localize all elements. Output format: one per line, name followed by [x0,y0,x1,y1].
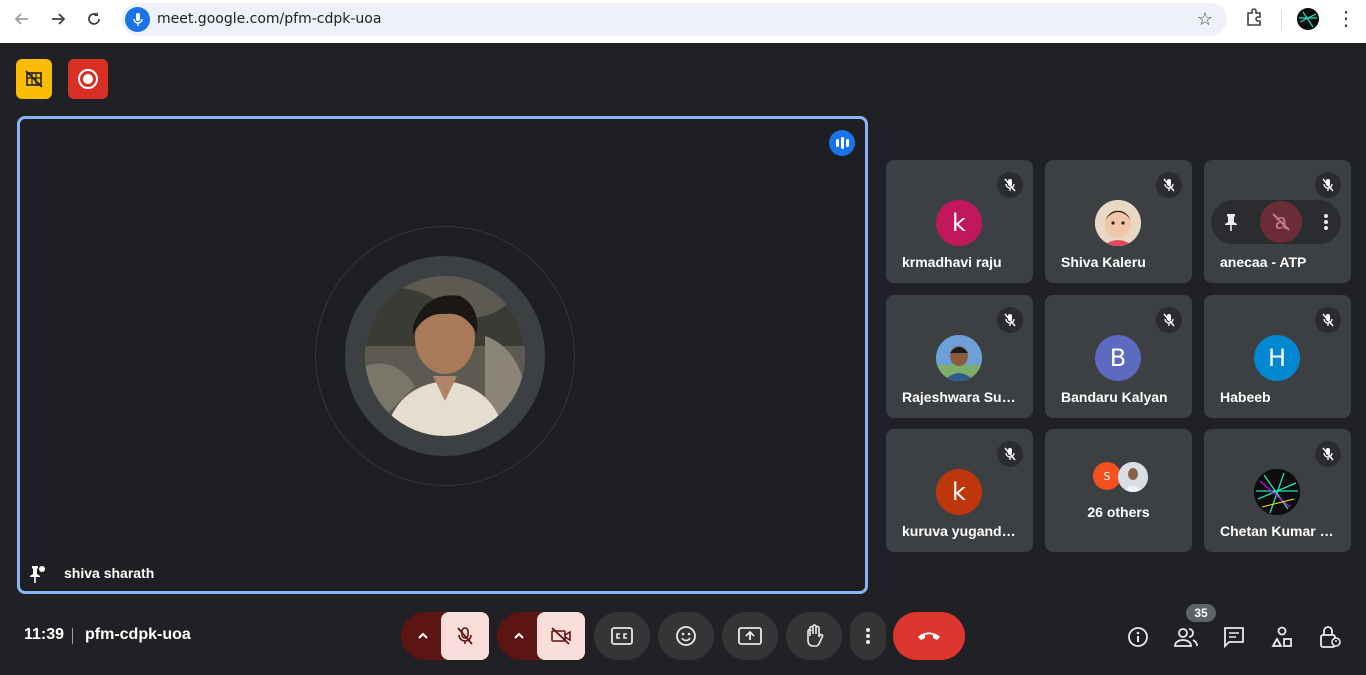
closed-captions-icon [611,627,633,645]
no-video-content-badge[interactable] [16,59,52,99]
mic-off-icon [1156,307,1182,333]
chat-icon [1224,627,1244,648]
meeting-code: pfm-cdpk-uoa [85,626,191,643]
no-video-content-icon [25,70,43,88]
participant-tile[interactable]: k krmadhavi raju [886,160,1033,283]
avatar [365,276,525,436]
participant-tile[interactable]: B Bandaru Kalyan [1045,295,1192,418]
participant-tile[interactable]: Shiva Kaleru [1045,160,1192,283]
forward-icon[interactable] [44,7,72,31]
mic-off-icon [997,441,1023,467]
divider [72,628,73,644]
present-to-all-icon [738,627,762,645]
call-end-icon [918,632,940,640]
speaking-indicator-icon [829,130,855,156]
participant-tile[interactable]: k kuruva yugand… [886,429,1033,552]
pin-icon[interactable] [26,563,48,585]
participant-tile[interactable]: a anecaa - ATP [1204,160,1351,283]
recording-badge[interactable] [68,59,108,99]
mic-off-icon [1315,307,1341,333]
address-bar[interactable]: meet.google.com/pfm-cdpk-uoa ☆ [122,3,1227,36]
reload-icon[interactable] [80,7,108,31]
avatar [1095,200,1141,246]
menu-icon[interactable]: ⋮ [1336,6,1356,31]
avatar: k [936,200,982,246]
mic-off-icon [997,307,1023,333]
participant-name: kuruva yugand… [902,523,1016,539]
participant-name: Shiva Kaleru [1061,254,1146,270]
extensions-icon[interactable] [1244,7,1264,32]
avatar: S [1093,462,1121,490]
camera-control-group [497,612,585,660]
host-controls-button[interactable] [1317,624,1343,650]
emoji-icon [676,626,696,646]
remove-icon[interactable]: a [1260,201,1302,243]
avatar [1118,462,1148,492]
camera-off-button[interactable] [537,612,585,660]
raise-hand-button[interactable] [786,612,842,660]
url-text[interactable]: meet.google.com/pfm-cdpk-uoa [157,11,381,27]
profile-avatar[interactable] [1297,8,1319,30]
people-button[interactable] [1173,624,1199,650]
participant-name: Habeeb [1220,389,1271,405]
more-options-button[interactable] [850,612,886,660]
toolbar-divider [1281,10,1282,30]
browser-toolbar: meet.google.com/pfm-cdpk-uoa ☆ ⋮ [0,0,1366,43]
avatar [936,335,982,381]
activities-button[interactable] [1269,624,1295,650]
participant-tile[interactable]: H Habeeb [1204,295,1351,418]
hand-icon [807,624,824,647]
avatar: H [1254,335,1300,381]
mic-off-icon [457,627,473,645]
more-vert-icon [866,628,870,644]
info-icon [1128,627,1148,647]
avatar: B [1095,335,1141,381]
bookmark-star-icon[interactable]: ☆ [1197,9,1213,30]
avatar [1254,469,1300,515]
more-options-icon[interactable] [1323,213,1329,231]
back-icon[interactable] [8,7,36,31]
mic-off-icon [1156,172,1182,198]
people-icon [1174,628,1198,647]
meeting-details-button[interactable] [1125,624,1151,650]
main-speaker-tile[interactable]: shiva sharath [17,116,868,594]
mic-off-icon [997,172,1023,198]
activities-icon [1271,626,1292,647]
mic-in-use-icon[interactable] [125,7,150,32]
participant-name: krmadhavi raju [902,254,1002,270]
chat-button[interactable] [1221,624,1247,650]
captions-button[interactable] [594,612,650,660]
participant-name: anecaa - ATP [1220,254,1307,270]
reactions-button[interactable] [658,612,714,660]
mic-off-icon [1315,172,1341,198]
others-tile[interactable]: S 26 others [1045,429,1192,552]
tile-hover-controls: a [1211,200,1341,244]
leave-call-button[interactable] [893,612,965,660]
mic-off-icon [1315,441,1341,467]
pin-icon[interactable] [1223,213,1239,231]
participant-name: Rajeshwara Sun… [902,389,1022,405]
participant-name: shiva sharath [64,565,155,581]
chevron-up-icon[interactable] [507,624,531,648]
mic-control-group [401,612,489,660]
videocam-off-icon [551,627,571,645]
clock-time: 11:39 [24,626,65,643]
participant-name: 26 others [1087,504,1150,520]
present-screen-button[interactable] [722,612,778,660]
lock-person-icon [1320,626,1341,648]
microphone-off-button[interactable] [441,612,489,660]
participant-name: Chetan Kumar … [1220,523,1334,539]
participant-tile[interactable]: Rajeshwara Sun… [886,295,1033,418]
participant-name: Bandaru Kalyan [1061,389,1168,405]
recording-icon [78,69,98,89]
chevron-up-icon[interactable] [411,624,435,648]
avatar: k [936,469,982,515]
participant-count-badge: 35 [1186,604,1216,622]
participant-tile[interactable]: Chetan Kumar … [1204,429,1351,552]
